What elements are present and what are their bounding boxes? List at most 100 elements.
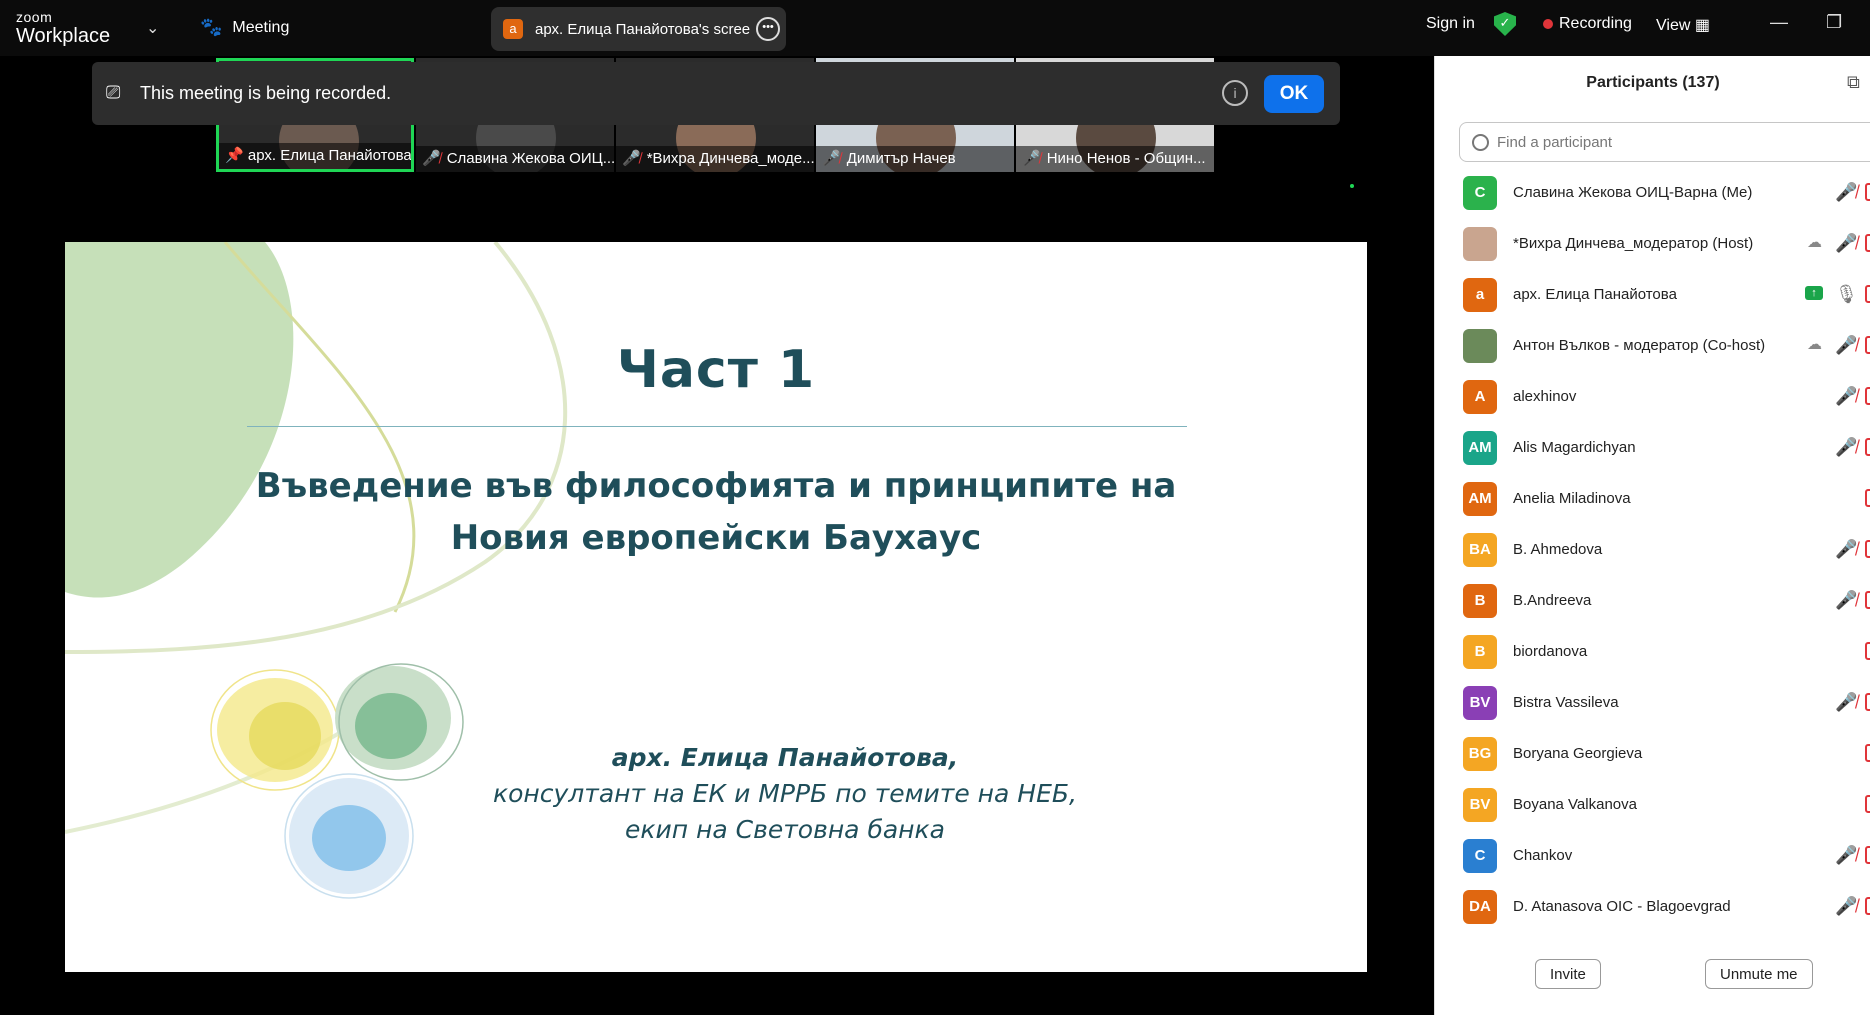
mic-muted-icon[interactable]: 🎤̸ — [1835, 590, 1857, 611]
mic-muted-icon[interactable]: 🎤̸ — [1835, 437, 1857, 458]
participant-name: Bistra Vassileva — [1513, 694, 1619, 711]
thumbnail-name-bar: 🎤̸ Славина Жекова ОИЦ... — [416, 146, 614, 172]
participant-avatar: С — [1463, 176, 1497, 210]
participant-row[interactable]: С Славина Жекова ОИЦ-Варна (Me) 🎤̸ — [1435, 168, 1870, 218]
chevron-down-icon[interactable]: ⌄ — [146, 18, 159, 38]
video-off-icon — [1865, 795, 1870, 813]
video-off-icon — [1865, 897, 1870, 915]
slide-subtitle: Въведение във философията и принципите н… — [65, 460, 1367, 564]
participant-name: Anelia Miladinova — [1513, 490, 1631, 507]
participant-row[interactable]: BG Boryana Georgieva — [1435, 729, 1870, 779]
slide-title: Част 1 — [616, 340, 816, 400]
mic-muted-icon[interactable]: 🎤̸ — [1835, 896, 1857, 917]
unmute-me-button[interactable]: Unmute me — [1705, 959, 1813, 989]
thumbnail-name: Славина Жекова ОИЦ... — [446, 150, 614, 167]
shield-icon[interactable]: ✓ — [1494, 12, 1516, 36]
search-input[interactable]: Find a participant — [1497, 134, 1612, 151]
participant-row[interactable]: C Chankov 🎤̸ — [1435, 831, 1870, 881]
slide-subtitle-line1: Въведение във философията и принципите н… — [255, 466, 1177, 506]
participant-row[interactable]: AM Anelia Miladinova — [1435, 474, 1870, 524]
participant-name: Alis Magardichyan — [1513, 439, 1636, 456]
sign-in-link[interactable]: Sign in — [1426, 15, 1475, 33]
participant-row[interactable]: Антон Вълков - модератор (Co-host) ☁ 🎤̸ — [1435, 321, 1870, 371]
mic-muted-icon[interactable]: 🎤̸ — [1835, 386, 1857, 407]
thumbnail-name-bar: 🎤̸ Димитър Начев — [816, 146, 1014, 172]
participant-name: Славина Жекова ОИЦ-Варна (Me) — [1513, 184, 1753, 201]
logo-bottom-text: Workplace — [16, 25, 111, 47]
video-off-icon — [1865, 183, 1870, 201]
ok-button[interactable]: OK — [1264, 75, 1324, 113]
participant-name: *Вихра Динчева_модератор (Host) — [1513, 235, 1754, 252]
title-bar: zoom Workplace ⌄ 🐾 Meeting a арх. Елица … — [0, 0, 1870, 56]
thumbnail-name: арх. Елица Панайотова — [247, 147, 411, 164]
video-off-icon — [1865, 438, 1870, 456]
mic-icon[interactable]: 🎙 — [1835, 284, 1858, 305]
mic-muted-icon[interactable]: 🎤̸ — [1835, 335, 1857, 356]
participant-row[interactable]: Bbiordanova — [1435, 627, 1870, 677]
participant-row[interactable]: AM Alis Magardichyan 🎤̸ — [1435, 423, 1870, 473]
popout-icon[interactable]: ⧉ — [1847, 72, 1860, 93]
participant-row[interactable]: Aalexhinov 🎤̸ — [1435, 372, 1870, 422]
participant-row[interactable]: DA D. Atanasova OIC - Blagoevgrad 🎤̸ — [1435, 882, 1870, 932]
thumbnail-name: Димитър Начев — [846, 150, 956, 167]
pin-icon: 📌 — [225, 147, 244, 164]
slide-author: арх. Елица Панайотова, — [611, 743, 959, 772]
participant-name: Boryana Georgieva — [1513, 745, 1643, 762]
recording-notice-text: This meeting is being recorded. — [140, 83, 392, 103]
participant-avatar: BV — [1463, 788, 1497, 822]
cloud-icon: ☁ — [1807, 336, 1822, 353]
thumbnail-name-bar: 📌 арх. Елица Панайотова — [219, 143, 411, 169]
screen-share-pill[interactable]: a арх. Елица Панайотова's screen ••• — [491, 7, 786, 51]
participant-row[interactable]: B B.Andreeva 🎤̸ — [1435, 576, 1870, 626]
mic-muted-icon[interactable]: 🎤̸ — [1835, 539, 1857, 560]
participant-row[interactable]: а арх. Елица Панайотова ↑ 🎙 — [1435, 270, 1870, 320]
record-dot-icon — [1543, 18, 1553, 29]
view-button[interactable]: View ▦ — [1656, 15, 1710, 35]
video-off-icon — [1865, 591, 1870, 609]
search-icon — [1472, 133, 1489, 151]
participant-row[interactable]: BA B. Ahmedova 🎤̸ — [1435, 525, 1870, 575]
participant-avatar: B — [1463, 635, 1497, 669]
participant-name: Chankov — [1513, 847, 1573, 864]
participant-name: Boyana Valkanova — [1513, 796, 1637, 813]
participant-avatar: AM — [1463, 482, 1497, 516]
meeting-menu[interactable]: 🐾 Meeting — [200, 17, 289, 38]
participant-avatar: BA — [1463, 533, 1497, 567]
mic-muted-icon[interactable]: 🎤̸ — [1835, 845, 1857, 866]
participant-search[interactable]: Find a participant — [1459, 122, 1870, 162]
video-off-icon — [1865, 489, 1870, 507]
status-dot — [1350, 184, 1354, 188]
meeting-icon: 🐾 — [200, 17, 223, 37]
thumbnail-name: Нино Ненов - Общин... — [1046, 150, 1206, 167]
minimize-icon[interactable]: — — [1770, 12, 1788, 33]
info-icon[interactable]: i — [1222, 80, 1248, 106]
video-off-icon — [1865, 744, 1870, 762]
thumbnail-name: *Вихра Динчева_моде... — [646, 150, 814, 167]
mic-muted-icon[interactable]: 🎤̸ — [1835, 233, 1857, 254]
thumbnail-name-bar: 🎤̸ Нино Ненов - Общин... — [1016, 146, 1214, 172]
invite-button[interactable]: Invite — [1535, 959, 1601, 989]
participant-row[interactable]: BV Boyana Valkanova — [1435, 780, 1870, 830]
slide-author-block: арх. Елица Панайотова, консултант на ЕК … — [405, 740, 1165, 848]
participant-photo — [1463, 227, 1497, 261]
video-off-icon — [1865, 336, 1870, 354]
mic-muted-icon[interactable]: 🎤̸ — [1835, 182, 1857, 203]
video-off-icon — [1865, 693, 1870, 711]
participant-list[interactable]: С Славина Жекова ОИЦ-Варна (Me) 🎤̸ *Вихра Д… — [1435, 168, 1870, 948]
participants-title: Participants (137) — [1586, 74, 1720, 91]
mic-muted-icon: 🎤̸ — [622, 150, 641, 167]
restore-icon[interactable]: ❐ — [1826, 12, 1842, 33]
mic-muted-icon[interactable]: 🎤̸ — [1835, 692, 1857, 713]
participants-footer: Invite Unmute me — [1435, 955, 1870, 995]
recording-notice-banner: ⎚ This meeting is being recorded. i OK — [92, 62, 1340, 125]
participant-avatar: BV — [1463, 686, 1497, 720]
mic-muted-icon: 🎤̸ — [422, 150, 441, 167]
more-options-icon[interactable]: ••• — [756, 17, 780, 41]
recording-indicator[interactable]: Recording — [1543, 15, 1632, 33]
participant-name: Антон Вълков - модератор (Co-host) — [1513, 337, 1766, 354]
participant-avatar: а — [1463, 278, 1497, 312]
participant-name: D. Atanasova OIC - Blagoevgrad — [1513, 898, 1731, 915]
participant-row[interactable]: *Вихра Динчева_модератор (Host) ☁ 🎤̸ — [1435, 219, 1870, 269]
participant-row[interactable]: BV Bistra Vassileva 🎤̸ — [1435, 678, 1870, 728]
mic-muted-icon: 🎤̸ — [822, 150, 841, 167]
